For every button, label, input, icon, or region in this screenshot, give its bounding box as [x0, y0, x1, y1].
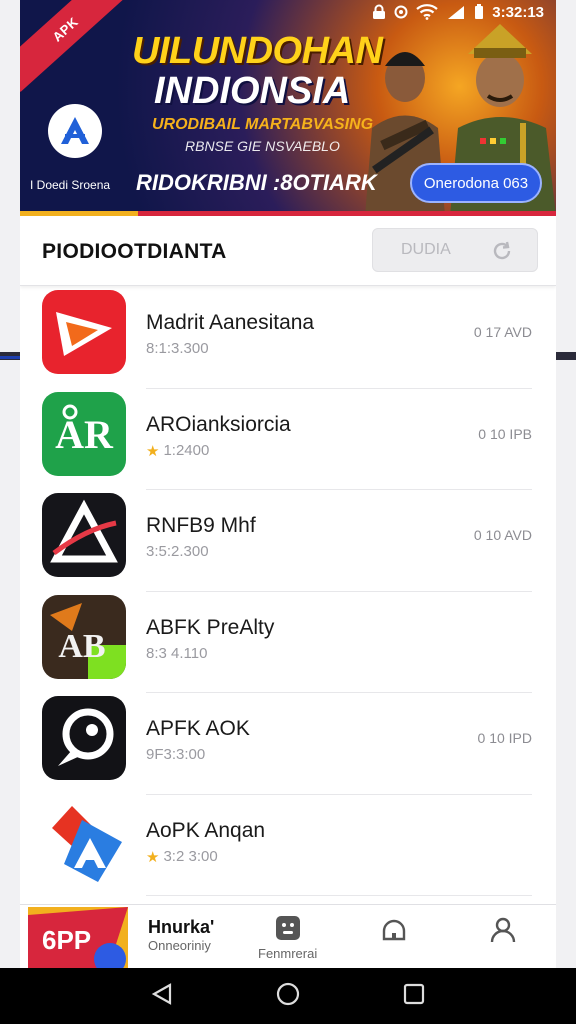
banner-cta-button[interactable]: Onerodona 063	[410, 163, 542, 203]
app-sheet: APK UILUNDOHAN INDIONSIA URODIBAIL MARTA…	[20, 0, 556, 968]
app-name: RNFB9 Mhf	[146, 514, 256, 537]
background-accent	[0, 356, 22, 359]
delta-logo-icon	[42, 493, 126, 577]
app-name: AoPK Anqan	[146, 818, 266, 842]
nav-profile[interactable]	[490, 917, 516, 948]
gamepad-icon	[275, 915, 301, 946]
banner-subtitle-1: URODIBAIL MARTABVASING	[152, 116, 374, 133]
banner-subtitle-2: RBNSE GIE NSVAEBLO	[185, 138, 340, 154]
list-item[interactable]: AoPK Anqan ★ 3:2 3:00	[20, 795, 556, 896]
notification-icon	[394, 4, 408, 20]
banner-promo-text: RIDOKRIBNI :8OTIARK	[136, 170, 377, 195]
refresh-button[interactable]: DUDIA	[372, 228, 538, 272]
list-item[interactable]: Madrit Aanesitana 8:1:3.300 0 17 AVD	[20, 287, 556, 389]
app-size: 0 17 AVD	[473, 324, 532, 340]
ar-logo-icon: AR	[42, 391, 126, 476]
banner-title-line1: UILUNDOHAN	[132, 30, 383, 72]
status-time: 3:32:13	[492, 3, 544, 21]
banner-small-text: I Doedi Sroena	[30, 178, 111, 192]
nav-home-title: Hnurka'	[148, 917, 215, 937]
list-item[interactable]: AR AROianksiorcia ★ 1:2400 0 10 IPB	[20, 389, 556, 490]
app-size: 0 10 AVD	[473, 527, 532, 543]
svg-text:AR: AR	[55, 412, 114, 457]
list-item[interactable]: RNFB9 Mhf 3:5:2.300 0 10 AVD	[20, 490, 556, 592]
bell-icon	[380, 917, 408, 948]
store-logo-icon	[48, 104, 102, 158]
app-subtitle: 8:3 4.110	[146, 644, 208, 662]
refresh-button-label: DUDIA	[401, 241, 451, 258]
promo-banner[interactable]: APK UILUNDOHAN INDIONSIA URODIBAIL MARTA…	[20, 0, 556, 216]
promo-thumbnail-text: 6PP	[42, 925, 92, 955]
app-name: APFK AOK	[146, 717, 250, 740]
nav-home[interactable]: Hnurka' Onneoriniy	[148, 917, 214, 953]
star-icon: ★	[146, 848, 160, 866]
nav-home-label: Onneoriniy	[148, 938, 211, 953]
lock-icon	[372, 4, 386, 20]
banner-title-line2: INDIONSIA	[154, 70, 351, 112]
app-size: 0 10 IPB	[478, 425, 532, 442]
promo-thumbnail[interactable]: 6PP	[28, 907, 128, 968]
list-item[interactable]: APFK AOK 9F3:3:00 0 10 IPD	[20, 693, 556, 795]
a-store-icon	[42, 797, 126, 882]
app-list: Madrit Aanesitana 8:1:3.300 0 17 AVD AR …	[20, 287, 556, 896]
nav-games[interactable]: Fenmrerai	[258, 915, 317, 961]
list-title: PIODIOOTDIANTA	[42, 240, 227, 263]
wifi-icon	[416, 4, 439, 20]
app-size: 0 10 IPD	[477, 730, 532, 746]
svg-text:AB: AB	[58, 628, 105, 665]
chat-bubble-icon	[42, 696, 126, 780]
recents-icon[interactable]	[403, 983, 425, 1010]
user-icon	[490, 917, 516, 948]
system-navigation-bar	[0, 968, 576, 1024]
app-name: AROianksiorcia	[146, 412, 291, 436]
list-header: PIODIOOTDIANTA DUDIA	[20, 216, 556, 286]
play-arrow-icon	[42, 290, 126, 374]
status-bar: 3:32:13	[20, 0, 556, 24]
app-subtitle: 3:5:2.300	[146, 543, 209, 560]
signal-icon	[446, 4, 466, 20]
row-divider	[146, 895, 532, 896]
app-subtitle: ★ 1:2400	[146, 442, 210, 460]
bottom-navigation: 6PP Hnurka' Onneoriniy Fenmrerai	[20, 904, 556, 968]
list-item[interactable]: AB ABFK PreAlty 8:3 4.110	[20, 592, 556, 693]
battery-icon	[474, 4, 484, 20]
star-icon: ★	[146, 442, 160, 460]
app-name: Madrit Aanesitana	[146, 311, 315, 334]
app-subtitle: ★ 3:2 3:00	[146, 848, 218, 866]
app-subtitle: 9F3:3:00	[146, 746, 206, 763]
app-subtitle: 8:1:3.300	[146, 340, 209, 357]
ab-logo-icon: AB	[42, 594, 126, 679]
home-icon[interactable]	[276, 982, 300, 1011]
app-name: ABFK PreAlty	[146, 615, 275, 639]
refresh-icon	[491, 240, 513, 267]
nav-games-label: Fenmrerai	[258, 946, 318, 961]
back-icon[interactable]	[151, 982, 173, 1011]
nav-updates[interactable]	[380, 917, 408, 948]
